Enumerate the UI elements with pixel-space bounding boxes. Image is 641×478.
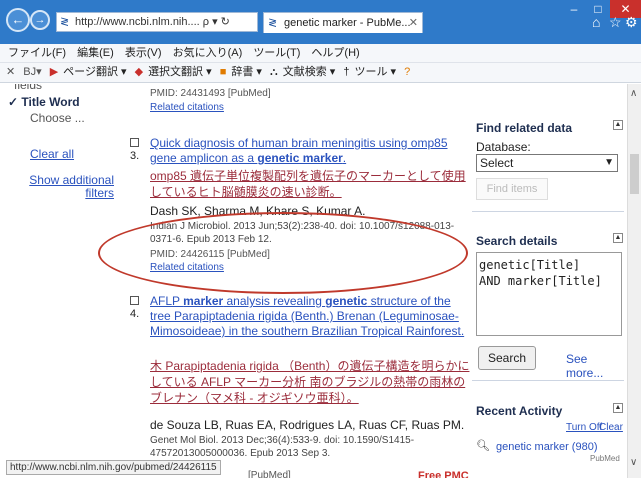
filter-fields-label: fields [14,84,43,92]
menu-bar: ファイル(F) 編集(E) 表示(V) お気に入り(A) ツール(T) ヘルプ(… [0,44,641,63]
search-details-title: Search details [476,234,558,248]
scroll-up-icon[interactable]: ∧ [630,88,637,99]
see-more-link[interactable]: See more... [566,352,627,380]
result-pmid: [PubMed] [248,470,291,478]
result-title-link[interactable]: AFLP marker analysis revealing genetic s… [150,294,470,339]
free-pmc-article-link[interactable]: Free PMC Article [418,470,472,478]
status-bar-url: http://www.ncbi.nlm.nih.gov/pubmed/24426… [6,460,221,475]
literature-search-icon: ⛬ [270,66,278,78]
database-select-value: Select [480,156,514,170]
page-translate-button[interactable]: ページ翻訳 ▾ [63,66,126,78]
ncbi-favicon-icon: ≷ [60,16,70,28]
result-checkbox[interactable] [130,138,139,147]
tab-pubmed[interactable]: ≷ genetic marker - PubMe... ✕ [263,12,423,33]
tab-close-icon[interactable]: ✕ [409,13,418,33]
divider [472,380,624,381]
dictionary-icon: ■ [219,66,227,78]
forward-button[interactable]: → [30,10,50,30]
menu-favorites[interactable]: お気に入り(A) [173,47,243,59]
collapse-icon[interactable]: ▲ [613,403,623,413]
filter-choose-link[interactable]: Choose ... [30,111,85,125]
logo-icon: ВЈ▾ [23,66,42,78]
annotation-ellipse [98,212,468,294]
search-icon: 🔍︎ [476,440,490,452]
tools-icon: † [343,66,350,78]
result-japanese-translation[interactable]: omp85 遺伝子単位複製配列を遺伝子のマーカーとして使用しているヒト脳髄膜炎の… [150,168,470,200]
scrollbar-thumb[interactable] [630,154,639,194]
database-label: Database: [476,140,531,154]
address-actions[interactable]: ρ ▾ ↻ [203,16,230,28]
tab-title: genetic marker - PubMe... [284,17,411,29]
menu-view[interactable]: 表示(V) [125,47,162,59]
star-icon[interactable]: ☆ [609,14,622,31]
back-button[interactable]: ← [6,8,30,32]
address-bar[interactable]: ≷ http://www.ncbi.nlm.nih.... ρ ▾ ↻ [56,12,258,32]
translation-toolbar: ✕ ВЈ▾ ▶ ページ翻訳 ▾ ◆ 選択文翻訳 ▾ ■ 辞書 ▾ ⛬ 文献検索 ▾ † ツ… [0,63,641,83]
recent-activity-item[interactable]: genetic marker (980) [496,441,598,453]
clear-link[interactable]: Clear [599,422,623,433]
minimize-button[interactable]: – [562,0,586,18]
close-toolbar-icon[interactable]: ✕ [6,66,15,78]
result-authors: de Souza LB, Ruas EA, Rodrigues LA, Ruas… [150,418,465,432]
page-translate-icon: ▶ [49,66,59,78]
address-text: http://www.ncbi.nlm.nih.... [75,16,200,28]
result-number: 4. [130,308,140,320]
find-related-data-title: Find related data [476,121,573,135]
related-citations-link[interactable]: Related citations [150,102,224,113]
collapse-icon[interactable]: ▲ [613,233,623,243]
collapse-icon[interactable]: ▲ [613,120,623,130]
result-checkbox[interactable] [130,296,139,305]
result-number: 3. [130,150,140,162]
chevron-down-icon: ▼ [604,157,614,168]
result-citation: Genet Mol Biol. 2013 Dec;36(4):533-9. do… [150,435,415,459]
gear-icon[interactable]: ⚙ [625,14,638,31]
database-select[interactable]: Select ▼ [476,154,618,172]
recent-activity-source: PubMed [590,454,620,463]
find-items-button[interactable]: Find items [476,178,548,200]
browser-titlebar: ← → ≷ http://www.ncbi.nlm.nih.... ρ ▾ ↻ … [0,0,641,44]
menu-tools[interactable]: ツール(T) [253,47,300,59]
selection-translate-button[interactable]: 選択文翻訳 ▾ [148,66,212,78]
right-sidebar: Find related data ▲ Database: Select ▼ F… [472,84,627,478]
menu-edit[interactable]: 編集(E) [77,47,114,59]
home-icon[interactable]: ⌂ [592,14,600,30]
divider [472,211,624,212]
ncbi-favicon-icon: ≷ [268,17,278,29]
turn-off-link[interactable]: Turn Off [566,422,602,433]
menu-help[interactable]: ヘルプ(H) [311,47,359,59]
help-icon[interactable]: ? [404,66,410,78]
selection-translate-icon: ◆ [134,66,144,78]
result-title-link[interactable]: Quick diagnosis of human brain meningiti… [150,136,470,166]
tools-button[interactable]: ツール ▾ [354,66,396,78]
clear-all-link[interactable]: Clear all [30,147,74,161]
page-content: fields ✓ Title Word Choose ... Clear all… [0,84,627,478]
search-details-textarea[interactable]: genetic[Title] AND marker[Title] [476,252,622,336]
search-button[interactable]: Search [478,346,536,370]
result-pmid: PMID: 24431493 [PubMed] [150,88,271,99]
dictionary-button[interactable]: 辞書 ▾ [231,66,262,78]
show-additional-filters-link[interactable]: Show additional filters [4,174,114,200]
result-japanese-translation[interactable]: 木 Parapiptadenia rigida （Benth）の遺伝子構造を明ら… [150,358,470,406]
result-item: 4. AFLP marker analysis revealing geneti… [120,294,472,478]
scroll-down-icon[interactable]: ∨ [630,457,637,468]
recent-activity-title: Recent Activity [476,404,563,418]
filter-sidebar: fields ✓ Title Word Choose ... Clear all… [0,84,120,478]
vertical-scrollbar[interactable]: ∧ ∨ [627,84,641,478]
filter-title-word[interactable]: ✓ Title Word [8,95,80,109]
literature-search-button[interactable]: 文献検索 ▾ [283,66,336,78]
menu-file[interactable]: ファイル(F) [8,47,66,59]
